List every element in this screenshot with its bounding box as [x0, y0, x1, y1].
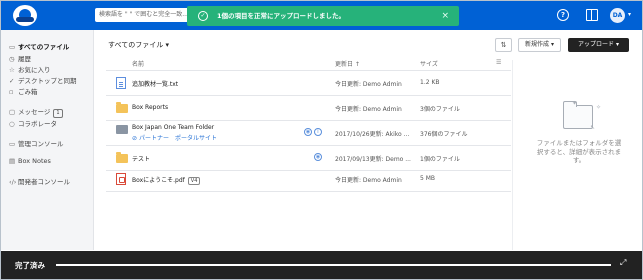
- row-divider: [106, 191, 511, 192]
- new-button[interactable]: 新規作成 ▾: [518, 38, 561, 52]
- toast-message: 1個の項目を正常にアップロードしました。: [217, 12, 346, 20]
- collab-icon[interactable]: ◉: [314, 153, 322, 161]
- app-logo[interactable]: [13, 5, 37, 26]
- progress-bar: [56, 264, 611, 266]
- table-row[interactable]: 追加教材一覧.txt 今日更新: Demo Admin 1.2 KB: [106, 71, 511, 95]
- file-size: 5 MB: [420, 175, 436, 182]
- details-hint-text: ファイルまたはフォルダを選択すると、詳細が表示されます。: [536, 139, 622, 164]
- table-row[interactable]: Box Japan One Team Folder ⊘ パートナー ポータルサイ…: [106, 121, 511, 145]
- clock-icon: ◷: [9, 55, 15, 63]
- file-size: 1個のファイル: [420, 156, 460, 163]
- user-icon: ○: [9, 120, 15, 128]
- version-badge: V4: [187, 177, 201, 185]
- panel-toggle-icon[interactable]: [586, 9, 598, 21]
- sidebar-item-developer-console[interactable]: ‹/› 開発者コンソール: [9, 176, 70, 186]
- trash-icon: ▫: [9, 88, 14, 96]
- sidebar-item-all-files[interactable]: ▭ すべてのファイル: [9, 41, 69, 51]
- collab-icon[interactable]: ◉: [304, 128, 312, 136]
- updated-info: 今日更新: Demo Admin: [335, 81, 402, 88]
- sort-icon[interactable]: ⇅: [495, 38, 512, 52]
- updated-info: 今日更新: Demo Admin: [335, 177, 402, 184]
- breadcrumb[interactable]: すべてのファイル ▾: [108, 40, 169, 50]
- chevron-down-icon[interactable]: ▾: [628, 11, 631, 18]
- column-header-size[interactable]: サイズ: [420, 59, 438, 68]
- sidebar-item-messages[interactable]: ▢ メッセージ 1: [9, 106, 63, 118]
- table-row[interactable]: Boxにようこそ.pdf V4 今日更新: Demo Admin 5 MB: [106, 167, 511, 191]
- sparkle-icon: ✧: [596, 104, 602, 111]
- pdf-icon: [116, 173, 126, 185]
- file-name[interactable]: Box Japan One Team Folder: [132, 124, 214, 131]
- folder-icon: ▭: [9, 43, 16, 51]
- file-name[interactable]: テスト: [132, 154, 150, 163]
- admin-icon: ▭: [9, 140, 16, 148]
- upload-status-bar: 完了済み ⤢: [1, 251, 642, 279]
- upload-success-toast: ✓ 1個の項目を正常にアップロードしました。 ×: [187, 6, 459, 26]
- updated-info: 2017/09/13更新: Demo ...: [335, 156, 411, 163]
- star-icon: ☆: [9, 66, 15, 74]
- status-label: 完了済み: [15, 261, 45, 270]
- sidebar-item-history[interactable]: ◷ 履歴: [9, 53, 31, 63]
- updated-info: 今日更新: Demo Admin: [335, 106, 402, 113]
- file-size: 1.2 KB: [420, 79, 440, 86]
- sidebar-item-admin-console[interactable]: ▭ 管理コンソール: [9, 138, 64, 148]
- close-icon[interactable]: ×: [441, 6, 449, 26]
- folder-tags[interactable]: ⊘ パートナー ポータルサイト: [132, 133, 217, 142]
- updated-info: 2017/10/26更新: Akiko ...: [335, 131, 410, 138]
- sidebar-item-box-notes[interactable]: ▤ Box Notes: [9, 157, 51, 167]
- sync-icon: ✓: [9, 77, 15, 85]
- link-icon: ⊘: [132, 135, 139, 142]
- text-file-icon: [116, 77, 126, 89]
- cursor-icon: ↖: [590, 124, 596, 131]
- file-size: 376個のファイル: [420, 131, 468, 138]
- file-name[interactable]: Box Reports: [132, 104, 168, 111]
- empty-folder-icon: [563, 101, 593, 129]
- top-header: 検索語を " " で囲むと完全一致... ✓ 1個の項目を正常にアップロードしま…: [1, 1, 642, 30]
- message-count-badge: 1: [53, 109, 63, 118]
- sparkle-icon: ✦: [572, 100, 578, 107]
- sidebar-item-trash[interactable]: ▫ ごみ箱: [9, 86, 38, 96]
- folder-icon: [116, 152, 128, 163]
- code-icon: ‹/›: [9, 178, 17, 186]
- notes-icon: ▤: [9, 157, 16, 165]
- sidebar-item-sync[interactable]: ✓ デスクトップと同期: [9, 75, 77, 85]
- file-name[interactable]: 追加教材一覧.txt: [132, 79, 178, 88]
- avatar[interactable]: DA: [610, 8, 625, 23]
- file-name[interactable]: Boxにようこそ.pdf V4: [132, 175, 201, 185]
- folder-icon: [116, 102, 128, 113]
- sidebar-item-favorites[interactable]: ☆ お気に入り: [9, 64, 51, 74]
- column-header-name[interactable]: 名前: [132, 59, 144, 68]
- sidebar-item-collaborators[interactable]: ○ コラボレータ: [9, 118, 57, 128]
- expand-icon[interactable]: ⤢: [620, 258, 626, 268]
- upload-button[interactable]: アップロード ▾: [568, 38, 629, 52]
- external-folder-icon: [116, 125, 128, 134]
- table-row[interactable]: Box Reports 今日更新: Demo Admin 3個のファイル: [106, 96, 511, 120]
- file-size: 3個のファイル: [420, 106, 460, 113]
- info-icon[interactable]: i: [314, 128, 322, 136]
- column-header-updated[interactable]: 更新日 ↑: [335, 59, 360, 68]
- message-icon: ▢: [9, 108, 16, 116]
- help-icon[interactable]: ?: [557, 9, 569, 21]
- list-view-icon[interactable]: ☰: [496, 59, 501, 66]
- check-icon: ✓: [198, 11, 208, 21]
